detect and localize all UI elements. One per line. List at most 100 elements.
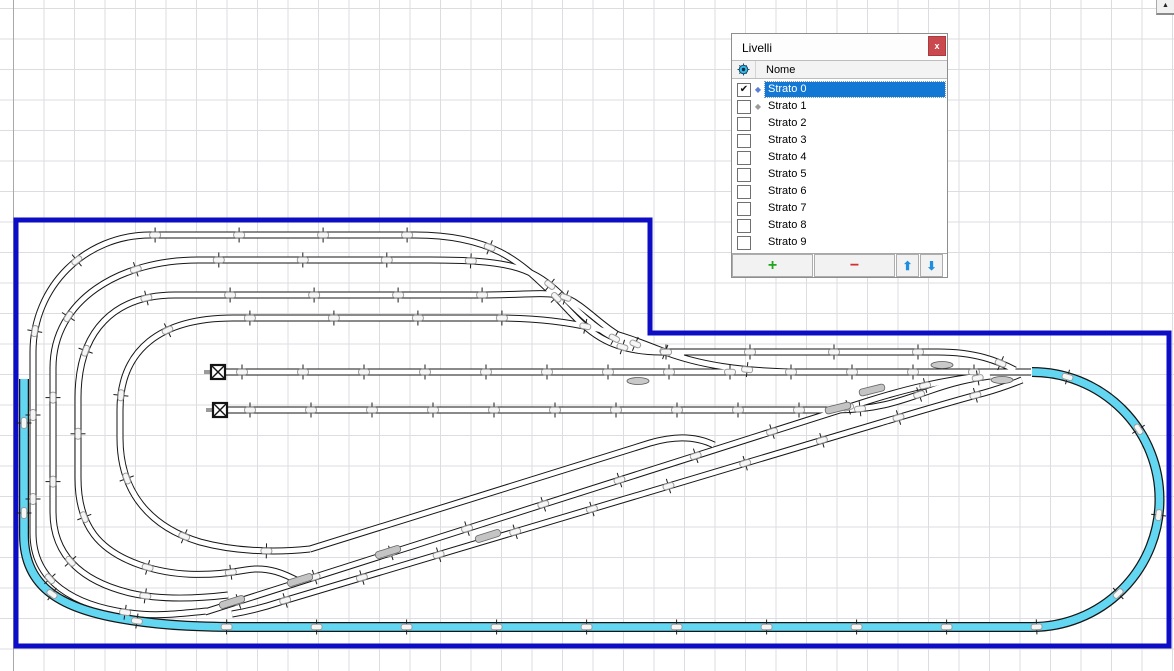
layer-row-strato-3[interactable]: Strato 3 xyxy=(732,132,947,149)
layer-visible-checkbox[interactable] xyxy=(737,219,751,233)
rail-joint xyxy=(664,369,675,375)
rail-joint xyxy=(1133,423,1144,435)
rail-joint xyxy=(261,548,272,554)
rail-joint xyxy=(491,624,502,630)
layer-name[interactable]: Strato 5 xyxy=(765,167,945,182)
layer-visible-checkbox[interactable] xyxy=(737,100,751,114)
rail-joint xyxy=(847,369,858,375)
rail-joint xyxy=(913,349,924,355)
rail-joint xyxy=(31,325,38,337)
scroll-up-button[interactable]: ▲ xyxy=(1156,0,1174,15)
rail-joint xyxy=(739,459,751,467)
layer-name[interactable]: Strato 2 xyxy=(765,116,945,131)
layers-panel: Livelli x Nome ✔◆Strato 0◆Strato 1Strato… xyxy=(731,33,948,278)
rail-joint xyxy=(483,243,495,252)
rail-joint xyxy=(311,624,322,630)
rail-joint xyxy=(1155,509,1162,521)
buffer-stop[interactable] xyxy=(206,403,227,417)
diamond-gray-icon: ◆ xyxy=(751,100,765,114)
scroll-up-arrow-icon: ▲ xyxy=(1162,2,1169,9)
layer-visible-checkbox[interactable] xyxy=(737,202,751,216)
layer-name[interactable]: Strato 4 xyxy=(765,150,945,165)
close-button[interactable]: x xyxy=(928,36,946,56)
rail-joint xyxy=(118,390,125,402)
layers-panel-title-bar[interactable]: Livelli x xyxy=(732,34,947,60)
rail-joint xyxy=(225,569,237,576)
layer-name[interactable]: Strato 0 xyxy=(765,82,945,97)
layer-row-strato-9[interactable]: Strato 9 xyxy=(732,234,947,251)
layer-row-strato-1[interactable]: ◆Strato 1 xyxy=(732,98,947,115)
layer-visible-checkbox[interactable] xyxy=(737,236,751,250)
layer-row-strato-0[interactable]: ✔◆Strato 0 xyxy=(732,81,947,98)
rail-joint xyxy=(662,482,674,490)
rail-joint xyxy=(356,573,368,581)
rail-joint xyxy=(420,369,431,375)
rail-joint xyxy=(661,349,672,355)
layer-visible-checkbox[interactable] xyxy=(737,185,751,199)
rail-joint xyxy=(465,258,476,264)
panel-title: Livelli xyxy=(742,41,772,55)
rail-joint xyxy=(766,427,778,436)
rail-joint xyxy=(733,407,744,413)
rail-joint xyxy=(328,315,339,321)
rail-joint xyxy=(130,265,142,274)
rail-joint xyxy=(745,349,756,355)
layer-name[interactable]: Strato 6 xyxy=(765,184,945,199)
rail-joint xyxy=(244,315,255,321)
name-column-header[interactable]: Nome xyxy=(756,64,795,76)
rail-joint xyxy=(908,369,919,375)
layer-row-strato-2[interactable]: Strato 2 xyxy=(732,115,947,132)
move-layer-up-button[interactable]: ⬆ xyxy=(896,254,919,277)
rail-joint xyxy=(461,524,473,533)
rail-joint xyxy=(46,589,58,600)
layer-visible-checkbox[interactable] xyxy=(737,151,751,165)
rail-joint xyxy=(509,528,521,536)
rail-joint xyxy=(542,369,553,375)
rail-joint xyxy=(225,292,236,298)
rail-joint xyxy=(213,257,224,263)
rail-joint xyxy=(854,405,866,412)
layer-name[interactable]: Strato 9 xyxy=(765,235,945,250)
rail-joint xyxy=(50,392,56,403)
move-layer-down-button[interactable]: ⬇ xyxy=(920,254,943,277)
rail-joint xyxy=(829,349,840,355)
layer-name[interactable]: Strato 1 xyxy=(765,99,945,114)
add-layer-button[interactable]: + xyxy=(732,254,813,277)
diamond-blue-icon: ◆ xyxy=(751,83,765,97)
rail-joint xyxy=(402,232,413,238)
rail-joint xyxy=(234,232,245,238)
track-accessory-marker xyxy=(627,378,649,385)
rail-joint xyxy=(393,292,404,298)
layer-row-strato-8[interactable]: Strato 8 xyxy=(732,217,947,234)
layer-name[interactable]: Strato 3 xyxy=(765,133,945,148)
layer-row-strato-6[interactable]: Strato 6 xyxy=(732,183,947,200)
track-plan-canvas[interactable] xyxy=(0,0,1174,671)
rail-joint xyxy=(119,609,131,616)
layers-toolbar: + − ⬆ ⬇ xyxy=(732,253,947,277)
layer-row-strato-7[interactable]: Strato 7 xyxy=(732,200,947,217)
rail-joint xyxy=(71,255,83,266)
rail-joint xyxy=(30,410,36,421)
layer-name[interactable]: Strato 8 xyxy=(765,218,945,233)
rail-joint xyxy=(122,472,131,484)
rail-joint xyxy=(794,407,805,413)
rail-joint xyxy=(550,407,561,413)
rail-joint xyxy=(489,407,500,413)
layer-visible-checkbox[interactable] xyxy=(737,168,751,182)
layer-visible-checkbox[interactable]: ✔ xyxy=(737,83,751,97)
buffer-stop[interactable] xyxy=(204,365,225,379)
remove-layer-button[interactable]: − xyxy=(814,254,895,277)
rail-joint xyxy=(150,232,161,238)
rail-joint xyxy=(131,618,143,625)
layout-boundary[interactable] xyxy=(16,220,1169,646)
layer-row-strato-4[interactable]: Strato 4 xyxy=(732,149,947,166)
rail-joint xyxy=(298,369,309,375)
layer-visible-checkbox[interactable] xyxy=(737,117,751,131)
layer-row-strato-5[interactable]: Strato 5 xyxy=(732,166,947,183)
layer-visible-checkbox[interactable] xyxy=(737,134,751,148)
rail-joint xyxy=(581,624,592,630)
rail-joint xyxy=(142,563,154,571)
rail-joint xyxy=(221,624,232,630)
layer-name[interactable]: Strato 7 xyxy=(765,201,945,216)
rail-joint xyxy=(972,374,984,381)
